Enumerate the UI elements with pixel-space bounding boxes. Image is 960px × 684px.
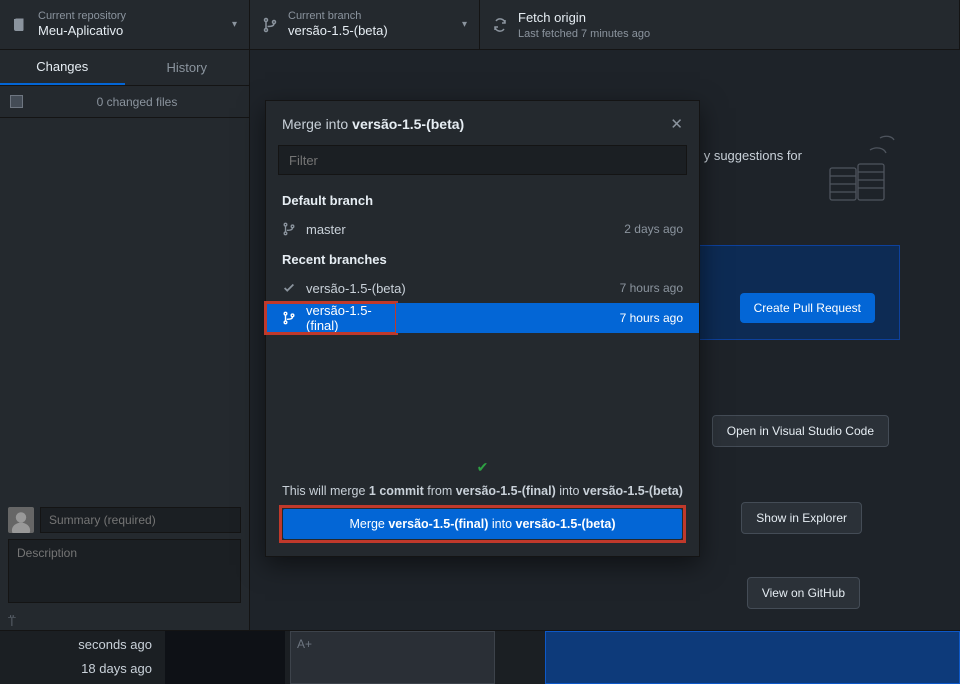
timeline: seconds ago 18 days ago A+ (0, 630, 960, 684)
modal-title-prefix: Merge into (282, 116, 348, 132)
repo-selector[interactable]: Current repository Meu-Aplicativo ▾ (0, 0, 250, 49)
timeline-segment-gray[interactable] (290, 631, 495, 684)
timeline-segment-blue[interactable] (545, 631, 960, 684)
check-icon: ✔ (477, 459, 489, 476)
branch-name: versão-1.5-(beta) (288, 24, 388, 38)
view-github-button[interactable]: View on GitHub (747, 577, 860, 609)
fetch-label: Fetch origin (518, 11, 650, 25)
recent-branches-label: Recent branches (266, 244, 699, 273)
branch-name: master (306, 222, 346, 237)
branch-row-master[interactable]: master 2 days ago (266, 214, 699, 244)
check-icon (282, 281, 296, 295)
filter-input[interactable] (278, 145, 687, 175)
close-icon[interactable]: ✕ (670, 115, 683, 133)
tab-changes[interactable]: Changes (0, 50, 125, 85)
branch-icon (282, 311, 296, 325)
suggestion-text: y suggestions for (704, 148, 802, 163)
branch-icon (282, 222, 296, 236)
modal-footer: ✔ This will merge 1 commit from versão-1… (266, 445, 699, 556)
description-input[interactable] (8, 539, 241, 603)
branch-selector[interactable]: Current branch versão-1.5-(beta) ▾ (250, 0, 480, 49)
timeline-track: A+ (165, 631, 960, 684)
timeline-gutter (165, 631, 285, 684)
branch-time: 2 days ago (624, 222, 683, 236)
changed-files-bar: 0 changed files (0, 86, 249, 118)
timeline-row2: 18 days ago (0, 655, 152, 679)
show-explorer-button[interactable]: Show in Explorer (741, 502, 862, 534)
merge-button[interactable]: Merge versão-1.5-(final) into versão-1.5… (283, 509, 682, 539)
chevron-down-icon: ▾ (462, 19, 467, 30)
add-coauthor-icon[interactable]: A+ (297, 637, 312, 651)
sidebar-tabs: Changes History (0, 50, 249, 86)
decorative-illustration (820, 130, 910, 210)
branch-row-final-tail[interactable]: 7 hours ago (396, 303, 699, 333)
modal-title-branch: versão-1.5-(beta) (352, 116, 464, 132)
create-pr-button[interactable]: Create Pull Request (740, 293, 875, 323)
branch-name: versão-1.5-(final) (306, 303, 380, 333)
fetch-button[interactable]: Fetch origin Last fetched 7 minutes ago (480, 0, 960, 49)
sync-icon (492, 17, 508, 33)
top-toolbar: Current repository Meu-Aplicativo ▾ Curr… (0, 0, 960, 50)
changed-files-count: 0 changed files (35, 95, 239, 109)
sidebar: Changes History 0 changed files ⍡ Commit… (0, 50, 250, 684)
open-vscode-button[interactable]: Open in Visual Studio Code (712, 415, 889, 447)
branch-time: 7 hours ago (620, 281, 683, 295)
merge-modal: Merge into versão-1.5-(beta) ✕ Default b… (265, 100, 700, 557)
repo-icon (12, 17, 28, 33)
select-all-checkbox[interactable] (10, 95, 23, 108)
repo-name: Meu-Aplicativo (38, 24, 126, 38)
branch-time: 7 hours ago (620, 311, 683, 325)
modal-header: Merge into versão-1.5-(beta) ✕ (266, 101, 699, 145)
branch-row-final[interactable]: versão-1.5-(final) (266, 303, 396, 333)
fetch-subtext: Last fetched 7 minutes ago (518, 28, 650, 40)
repo-label: Current repository (38, 10, 126, 22)
timeline-row1: seconds ago (0, 631, 152, 655)
branch-icon (262, 17, 278, 33)
timeline-labels: seconds ago 18 days ago (0, 631, 160, 679)
branch-label: Current branch (288, 10, 388, 22)
tab-history[interactable]: History (125, 50, 250, 85)
branch-name: versão-1.5-(beta) (306, 281, 406, 296)
default-branch-label: Default branch (266, 185, 699, 214)
merge-message: This will merge 1 commit from versão-1.5… (282, 484, 683, 498)
add-coauthor-icon[interactable]: ⍡ (8, 614, 241, 630)
summary-input[interactable] (40, 507, 241, 533)
avatar (8, 507, 34, 533)
chevron-down-icon: ▾ (232, 19, 237, 30)
branch-row-beta[interactable]: versão-1.5-(beta) 7 hours ago (266, 273, 699, 303)
